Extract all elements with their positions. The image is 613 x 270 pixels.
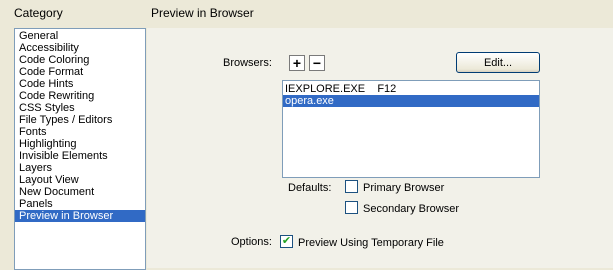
secondary-browser-label: Secondary Browser — [363, 203, 459, 215]
category-item[interactable]: Code Hints — [15, 78, 145, 90]
header-bar — [0, 0, 613, 24]
browser-list[interactable]: IEXPLORE.EXE F12 opera.exe — [282, 80, 540, 178]
minus-icon: − — [312, 55, 322, 71]
add-browser-button[interactable]: + — [289, 55, 305, 71]
category-item[interactable]: Panels — [15, 198, 145, 210]
category-item[interactable]: Code Coloring — [15, 54, 145, 66]
category-item[interactable]: CSS Styles — [15, 102, 145, 114]
category-item[interactable]: Layout View — [15, 174, 145, 186]
remove-browser-button[interactable]: − — [309, 55, 325, 71]
checkmark-icon: ✔ — [281, 235, 292, 247]
category-item[interactable]: General — [15, 30, 145, 42]
primary-browser-checkbox[interactable] — [345, 180, 358, 193]
preview-temp-file-label: Preview Using Temporary File — [298, 237, 444, 249]
category-item[interactable]: Code Rewriting — [15, 90, 145, 102]
browser-list-item[interactable]: IEXPLORE.EXE F12 — [283, 83, 539, 95]
category-item[interactable]: File Types / Editors — [15, 114, 145, 126]
category-item[interactable]: Fonts — [15, 126, 145, 138]
category-item[interactable]: Accessibility — [15, 42, 145, 54]
category-item[interactable]: Highlighting — [15, 138, 145, 150]
category-item[interactable]: New Document — [15, 186, 145, 198]
category-item[interactable]: Preview in Browser — [15, 210, 145, 222]
secondary-browser-checkbox[interactable] — [345, 201, 358, 214]
panel-title: Preview in Browser — [151, 6, 254, 20]
primary-browser-label: Primary Browser — [363, 182, 445, 194]
edit-browser-button[interactable]: Edit... — [456, 52, 540, 73]
options-label: Options: — [231, 236, 272, 248]
browsers-label: Browsers: — [223, 57, 272, 69]
browser-list-item[interactable]: opera.exe — [283, 95, 539, 107]
category-header: Category — [14, 6, 63, 20]
preview-temp-file-checkbox[interactable]: ✔ — [280, 235, 293, 248]
category-item[interactable]: Layers — [15, 162, 145, 174]
category-list[interactable]: General Accessibility Code Coloring Code Fo… — [14, 28, 146, 270]
category-list-items: General Accessibility Code Coloring Code Fo… — [15, 29, 145, 222]
defaults-label: Defaults: — [288, 182, 332, 194]
plus-icon: + — [292, 55, 302, 71]
category-item[interactable]: Invisible Elements — [15, 150, 145, 162]
category-item[interactable]: Code Format — [15, 66, 145, 78]
